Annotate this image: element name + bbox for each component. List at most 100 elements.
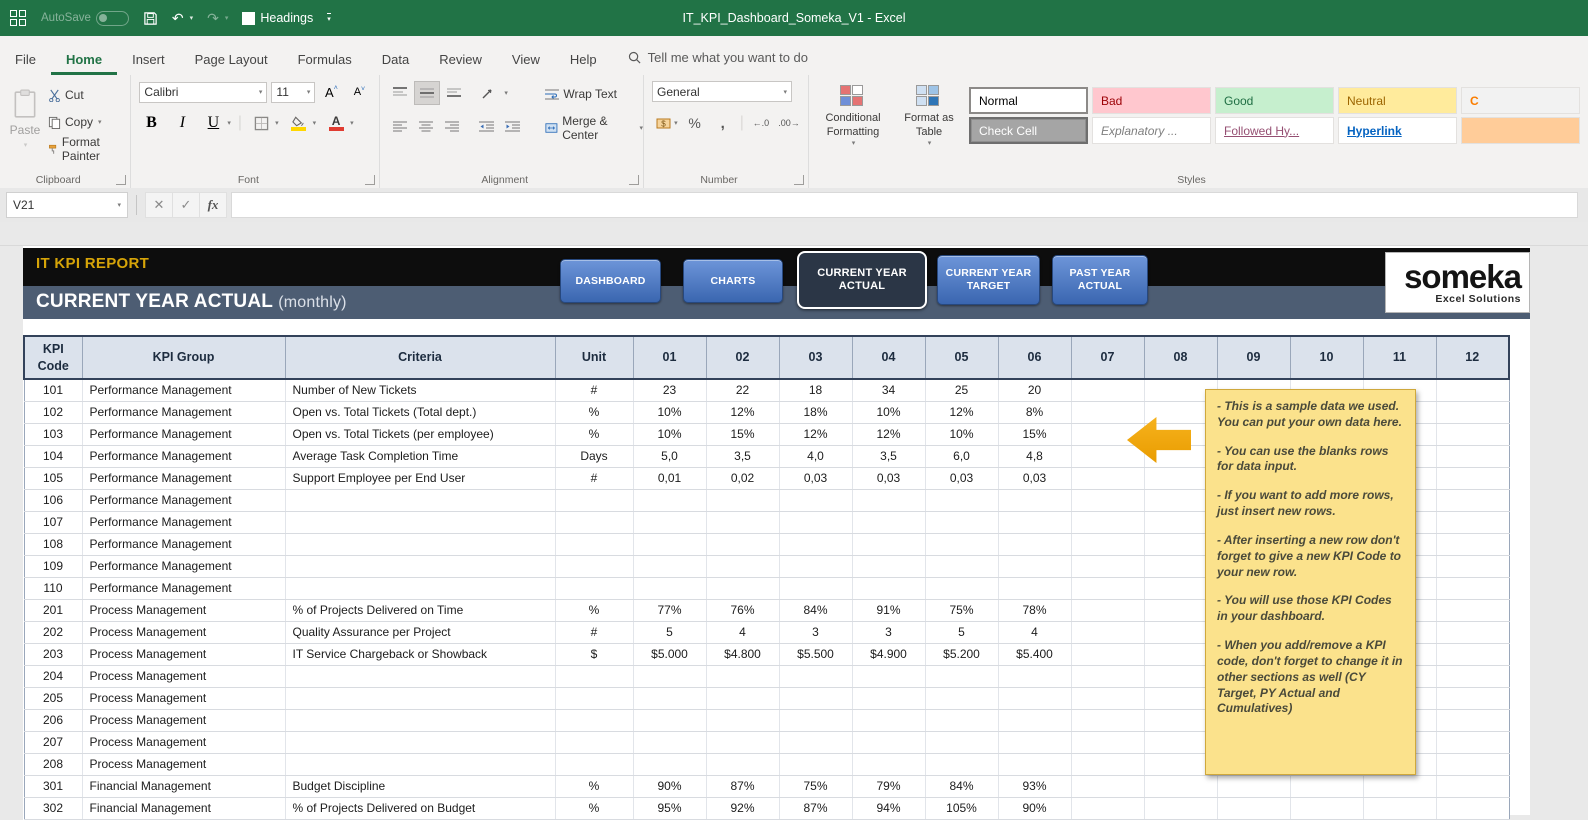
- cell-month-07[interactable]: [1070, 708, 1145, 732]
- cell-month-06[interactable]: 78%: [997, 598, 1072, 622]
- cell-month-09[interactable]: [1216, 774, 1291, 798]
- cell-month-01[interactable]: [632, 686, 707, 710]
- cell-kpi-group[interactable]: Financial Management: [81, 796, 286, 820]
- cell-kpi-group[interactable]: Process Management: [81, 664, 286, 688]
- cell-kpi-group[interactable]: Process Management: [81, 708, 286, 732]
- cell-criteria[interactable]: Budget Discipline: [284, 774, 556, 798]
- cell-month-06[interactable]: [997, 488, 1072, 512]
- percent-style-button[interactable]: %: [684, 112, 706, 134]
- cell-month-06[interactable]: 0,03: [997, 466, 1072, 490]
- cell-month-06[interactable]: [997, 532, 1072, 556]
- cell-criteria[interactable]: [284, 554, 556, 578]
- cell-month-04[interactable]: [851, 686, 926, 710]
- cell-kpi-group[interactable]: Performance Management: [81, 378, 286, 402]
- cell-month-05[interactable]: 6,0: [924, 444, 999, 468]
- cell-month-04[interactable]: 3,5: [851, 444, 926, 468]
- cell-unit[interactable]: [554, 730, 634, 754]
- cell-kpi-group[interactable]: Process Management: [81, 686, 286, 710]
- cell-month-05[interactable]: [924, 488, 999, 512]
- cell-month-07[interactable]: [1070, 796, 1145, 820]
- cell-month-03[interactable]: 0,03: [778, 466, 853, 490]
- cell-month-03[interactable]: [778, 576, 853, 600]
- comma-style-button[interactable]: ,: [712, 112, 734, 134]
- font-color-button[interactable]: A: [323, 112, 349, 134]
- number-format-select[interactable]: General ▾: [652, 81, 792, 102]
- cell-month-12[interactable]: [1435, 488, 1510, 512]
- cell-month-12[interactable]: [1435, 796, 1510, 820]
- cell-month-05[interactable]: [924, 686, 999, 710]
- cell-month-07[interactable]: [1070, 752, 1145, 776]
- cell-month-03[interactable]: [778, 554, 853, 578]
- cell-month-05[interactable]: 75%: [924, 598, 999, 622]
- cell-month-07[interactable]: [1070, 774, 1145, 798]
- cell-kpi-group[interactable]: Process Management: [81, 752, 286, 776]
- cell-month-03[interactable]: 18%: [778, 400, 853, 424]
- cell-month-05[interactable]: 0,03: [924, 466, 999, 490]
- cell-kpi-code[interactable]: 204: [23, 664, 83, 688]
- bold-button[interactable]: B: [139, 112, 163, 134]
- cell-month-06[interactable]: 8%: [997, 400, 1072, 424]
- cell-month-01[interactable]: 77%: [632, 598, 707, 622]
- cell-criteria[interactable]: % of Projects Delivered on Budget: [284, 796, 556, 820]
- nav-button-current-year-target[interactable]: CURRENT YEAR TARGET: [937, 255, 1040, 305]
- cell-kpi-code[interactable]: 109: [23, 554, 83, 578]
- cell-month-06[interactable]: 4: [997, 620, 1072, 644]
- number-dialog-launcher[interactable]: [794, 175, 804, 185]
- cell-month-07[interactable]: [1070, 400, 1145, 424]
- cell-month-01[interactable]: 5,0: [632, 444, 707, 468]
- cell-criteria[interactable]: Quality Assurance per Project: [284, 620, 556, 644]
- nav-button-current-year-actual[interactable]: CURRENT YEAR ACTUAL: [797, 251, 927, 309]
- tab-formulas[interactable]: Formulas: [283, 43, 367, 75]
- cell-month-02[interactable]: 87%: [705, 774, 780, 798]
- align-middle-button[interactable]: [414, 81, 441, 105]
- cell-criteria[interactable]: [284, 686, 556, 710]
- cell-kpi-code[interactable]: 107: [23, 510, 83, 534]
- cell-month-03[interactable]: 87%: [778, 796, 853, 820]
- cell-unit[interactable]: [554, 708, 634, 732]
- cell-month-01[interactable]: 10%: [632, 422, 707, 446]
- italic-button[interactable]: I: [170, 112, 194, 134]
- cell-month-02[interactable]: [705, 664, 780, 688]
- cell-month-07[interactable]: [1070, 642, 1145, 666]
- cell-month-06[interactable]: [997, 554, 1072, 578]
- cell-month-01[interactable]: 10%: [632, 400, 707, 424]
- headings-qat-toggle[interactable]: Headings: [242, 11, 313, 25]
- cell-style-neutral[interactable]: Neutral: [1338, 87, 1457, 114]
- wrap-text-button[interactable]: Wrap Text: [545, 83, 643, 105]
- cell-month-07[interactable]: [1070, 620, 1145, 644]
- cell-month-06[interactable]: [997, 730, 1072, 754]
- cell-unit[interactable]: [554, 488, 634, 512]
- decrease-indent-button[interactable]: [474, 115, 498, 137]
- font-family-select[interactable]: Calibri ▾: [139, 81, 268, 103]
- underline-button[interactable]: U: [201, 112, 225, 134]
- cell-month-03[interactable]: $5.500: [778, 642, 853, 666]
- tab-home[interactable]: Home: [50, 43, 118, 75]
- cell-month-07[interactable]: [1070, 510, 1145, 534]
- cell-kpi-code[interactable]: 106: [23, 488, 83, 512]
- insert-function-button[interactable]: fx: [199, 192, 227, 218]
- cell-unit[interactable]: [554, 532, 634, 556]
- cell-month-05[interactable]: 12%: [924, 400, 999, 424]
- cell-month-02[interactable]: 22: [705, 378, 780, 402]
- nav-button-charts[interactable]: CHARTS: [683, 259, 783, 303]
- cell-kpi-code[interactable]: 208: [23, 752, 83, 776]
- tab-view[interactable]: View: [497, 43, 555, 75]
- cell-month-05[interactable]: 105%: [924, 796, 999, 820]
- cell-kpi-code[interactable]: 101: [23, 378, 83, 402]
- cell-kpi-code[interactable]: 201: [23, 598, 83, 622]
- cell-unit[interactable]: [554, 686, 634, 710]
- cell-kpi-group[interactable]: Process Management: [81, 598, 286, 622]
- cell-month-04[interactable]: 94%: [851, 796, 926, 820]
- cell-month-01[interactable]: 0,01: [632, 466, 707, 490]
- cell-month-05[interactable]: 25: [924, 378, 999, 402]
- cell-month-12[interactable]: [1435, 576, 1510, 600]
- cell-kpi-code[interactable]: 104: [23, 444, 83, 468]
- cell-month-02[interactable]: 92%: [705, 796, 780, 820]
- tab-help[interactable]: Help: [555, 43, 612, 75]
- nav-button-dashboard[interactable]: DASHBOARD: [560, 259, 661, 303]
- cell-criteria[interactable]: Number of New Tickets: [284, 378, 556, 402]
- cell-criteria[interactable]: [284, 576, 556, 600]
- app-launcher-icon[interactable]: [10, 9, 27, 27]
- cell-criteria[interactable]: Open vs. Total Tickets (Total dept.): [284, 400, 556, 424]
- cell-month-04[interactable]: [851, 488, 926, 512]
